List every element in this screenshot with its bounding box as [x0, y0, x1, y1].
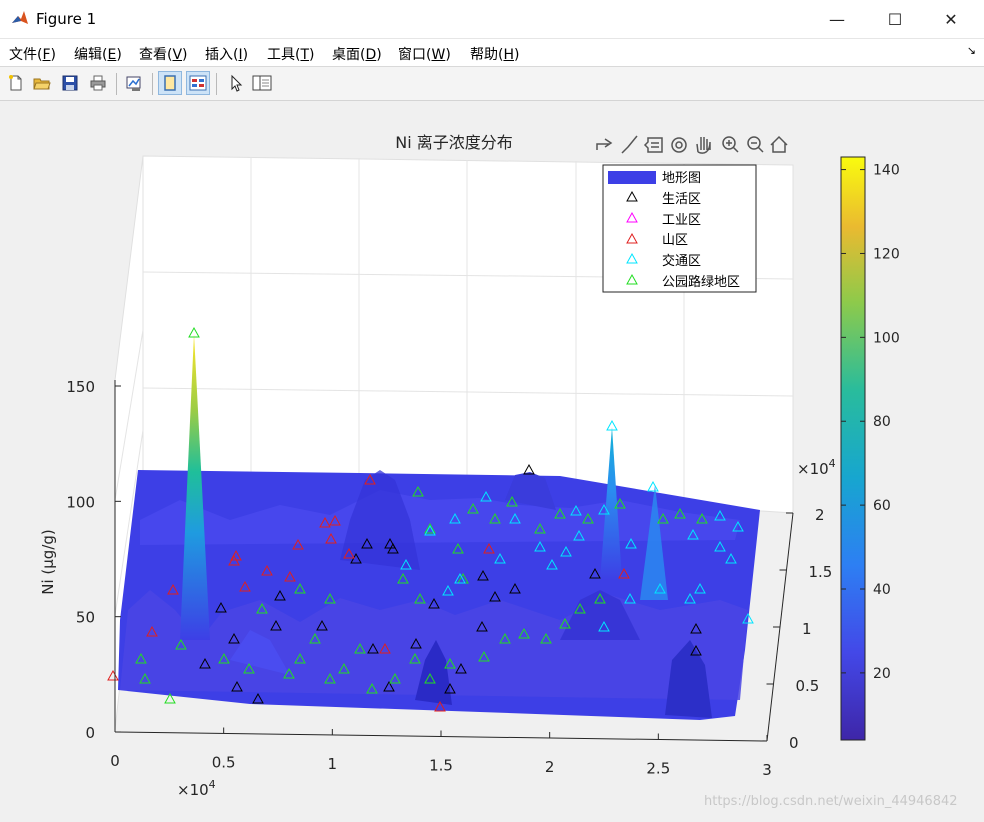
colorbar-tick-label: 20 [873, 666, 891, 682]
colorbar-tick-label: 40 [873, 582, 891, 598]
z-axis-label: Ni (μg/g) [39, 529, 57, 595]
y-tick-label: 1.5 [809, 563, 833, 581]
z-tick-label: 100 [66, 493, 95, 511]
surface-plot[interactable]: 0 0.5 1 1.5 2 2.5 300.511.52050100150 Ni 离子浓度分… [0, 0, 984, 822]
legend[interactable]: 地形图 生活区 工业区 山区 交通区 公园路绿地区 [602, 164, 757, 293]
rotate-3d-icon[interactable] [668, 136, 690, 156]
legend-entry: 工业区 [662, 213, 701, 228]
z-tick-label: 0 [85, 724, 95, 742]
z-tick-label: 50 [76, 609, 95, 627]
x-tick-label: 1 [328, 755, 338, 773]
y-tick-label: 0.5 [796, 677, 820, 695]
x-tick-label: 3 [762, 761, 772, 779]
pan-hand-icon[interactable] [692, 136, 714, 156]
colorbar-tick-label: 80 [873, 414, 891, 430]
x-tick-label: 2 [545, 758, 555, 776]
zoom-in-icon[interactable] [718, 136, 740, 156]
x-exponent: ×104 [177, 778, 216, 799]
y-tick-label: 2 [815, 506, 825, 524]
x-tick-label: 0 [110, 752, 120, 770]
colorbar-tick-label: 100 [873, 330, 900, 346]
legend-entry: 公园路绿地区 [662, 274, 740, 290]
y-exponent: ×104 [797, 457, 836, 478]
legend-surface-swatch [608, 171, 656, 184]
zoom-out-icon[interactable] [742, 136, 764, 156]
axes-toolbar [594, 135, 788, 156]
brush-icon[interactable] [618, 135, 640, 156]
chart-title: Ni 离子浓度分布 [395, 133, 513, 152]
home-icon[interactable] [766, 135, 788, 156]
y-tick-label: 0 [789, 734, 799, 752]
x-tick-label: 0.5 [212, 754, 236, 772]
legend-entry: 地形图 [662, 171, 701, 186]
colorbar-tick-label: 140 [873, 163, 900, 179]
legend-entry: 山区 [662, 233, 688, 248]
data-tips-icon[interactable] [642, 136, 664, 156]
x-tick-label: 1.5 [429, 757, 453, 775]
colorbar: 20 40 60 80 100 120 140 [840, 156, 900, 741]
legend-entry: 生活区 [662, 192, 701, 207]
colorbar-tick-label: 60 [873, 498, 891, 514]
legend-entry: 交通区 [662, 253, 701, 269]
export-icon[interactable] [594, 136, 616, 156]
x-tick-label: 2.5 [646, 760, 670, 778]
colorbar-tick-label: 120 [873, 246, 900, 262]
z-tick-label: 150 [66, 378, 95, 396]
watermark: https://blog.csdn.net/weixin_44946842 [704, 794, 958, 809]
y-tick-label: 1 [802, 620, 812, 638]
